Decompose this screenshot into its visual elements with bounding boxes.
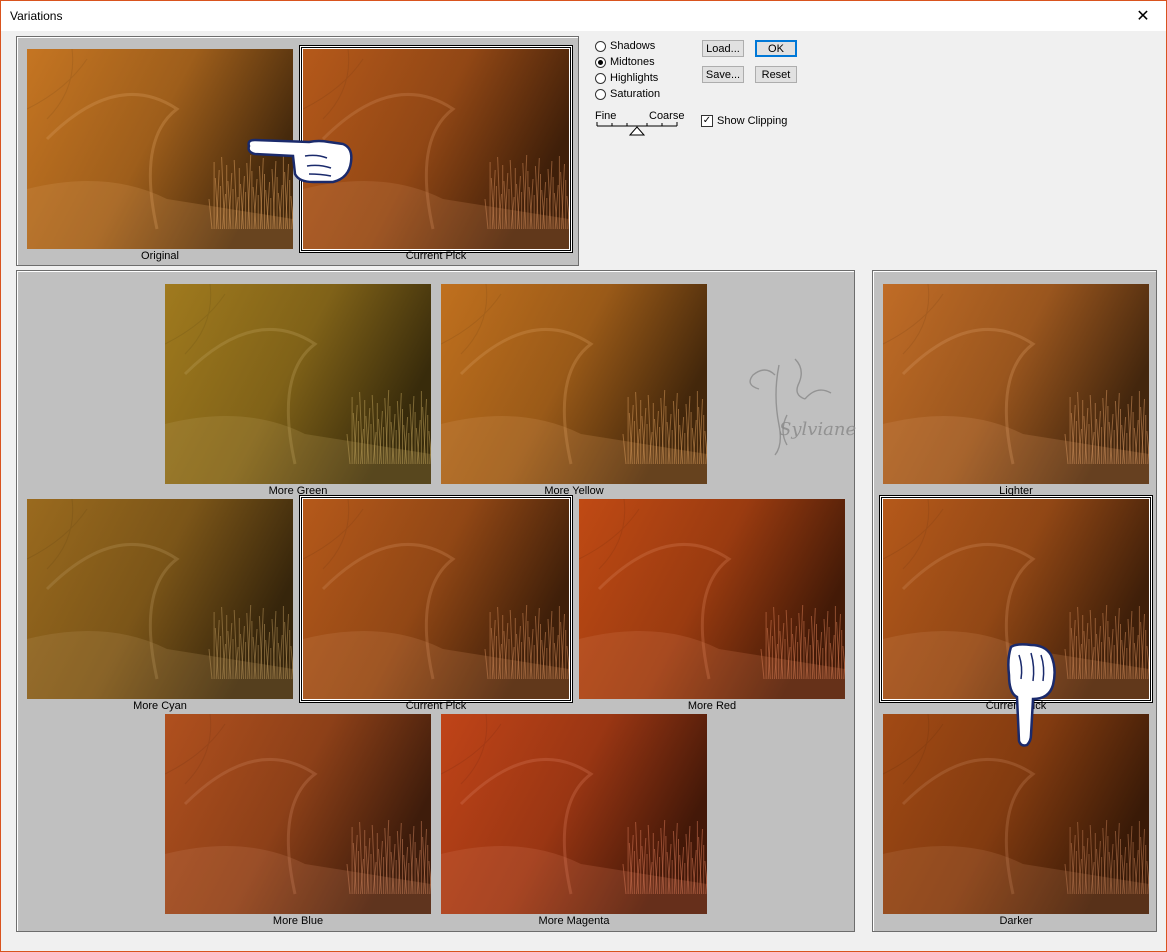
color-current-pick-thumbnail — [301, 497, 571, 701]
checkmark-icon: ✓ — [702, 115, 712, 126]
more-green-label: More Green — [268, 485, 328, 497]
title-bar: Variations ✕ — [1, 1, 1166, 31]
fine-coarse-slider[interactable] — [595, 120, 681, 136]
more-cyan-label: More Cyan — [133, 700, 187, 712]
more-magenta-label: More Magenta — [538, 915, 610, 927]
color-current-pick-label: Current Pick — [405, 700, 467, 712]
more-yellow-label: More Yellow — [544, 485, 604, 497]
darker-label: Darker — [999, 915, 1033, 927]
radio-saturation[interactable]: Saturation — [595, 87, 660, 101]
more-red-thumbnail[interactable] — [579, 499, 845, 699]
more-blue-thumbnail[interactable] — [165, 714, 431, 914]
radio-saturation-label: Saturation — [610, 88, 661, 100]
pointing-hand-down-icon — [1007, 643, 1056, 747]
more-green-thumbnail[interactable] — [165, 284, 431, 484]
more-cyan-thumbnail[interactable] — [27, 499, 293, 699]
radio-highlights-circle[interactable] — [595, 72, 606, 84]
radio-shadows[interactable]: Shadows — [595, 39, 655, 53]
original-label: Original — [141, 250, 179, 262]
current-pick-label: Current Pick — [405, 250, 467, 262]
radio-saturation-circle[interactable] — [595, 88, 606, 100]
lighter-thumbnail[interactable] — [883, 284, 1149, 484]
watermark-logo — [749, 358, 832, 456]
more-magenta-thumbnail[interactable] — [441, 714, 707, 914]
radio-shadows-circle[interactable] — [595, 40, 606, 52]
watermark-text: Sylviane — [779, 419, 857, 440]
ok-button[interactable]: OK — [755, 40, 797, 57]
show-clipping-checkbox[interactable]: ✓ Show Clipping — [701, 115, 787, 127]
brightness-panel: Lighter Current Pick Darker — [872, 270, 1157, 932]
close-button[interactable]: ✕ — [1120, 1, 1166, 31]
lighter-label: Lighter — [999, 485, 1033, 497]
more-red-label: More Red — [687, 700, 737, 712]
reset-button[interactable]: Reset — [755, 66, 797, 83]
radio-highlights[interactable]: Highlights — [595, 71, 658, 85]
more-blue-label: More Blue — [272, 915, 324, 927]
variations-dialog: Variations ✕ Original Current Pick Shado… — [0, 0, 1167, 952]
load-button[interactable]: Load... — [702, 40, 744, 57]
close-icon: ✕ — [1136, 8, 1150, 25]
radio-highlights-label: Highlights — [610, 72, 659, 84]
show-clipping-label: Show Clipping — [717, 115, 788, 127]
color-variations-panel: More Green More Yellow More Cyan Current… — [16, 270, 857, 932]
pointing-hand-right-icon — [247, 138, 353, 184]
show-clipping-box[interactable]: ✓ — [701, 115, 713, 127]
radio-midtones[interactable]: Midtones — [595, 55, 655, 69]
radio-shadows-label: Shadows — [610, 40, 656, 52]
radio-midtones-circle[interactable] — [595, 56, 606, 68]
slider-thumb[interactable] — [628, 126, 646, 136]
more-yellow-thumbnail[interactable] — [441, 284, 707, 484]
radio-midtones-label: Midtones — [610, 56, 655, 68]
window-title: Variations — [10, 9, 63, 23]
save-button[interactable]: Save... — [702, 66, 744, 83]
